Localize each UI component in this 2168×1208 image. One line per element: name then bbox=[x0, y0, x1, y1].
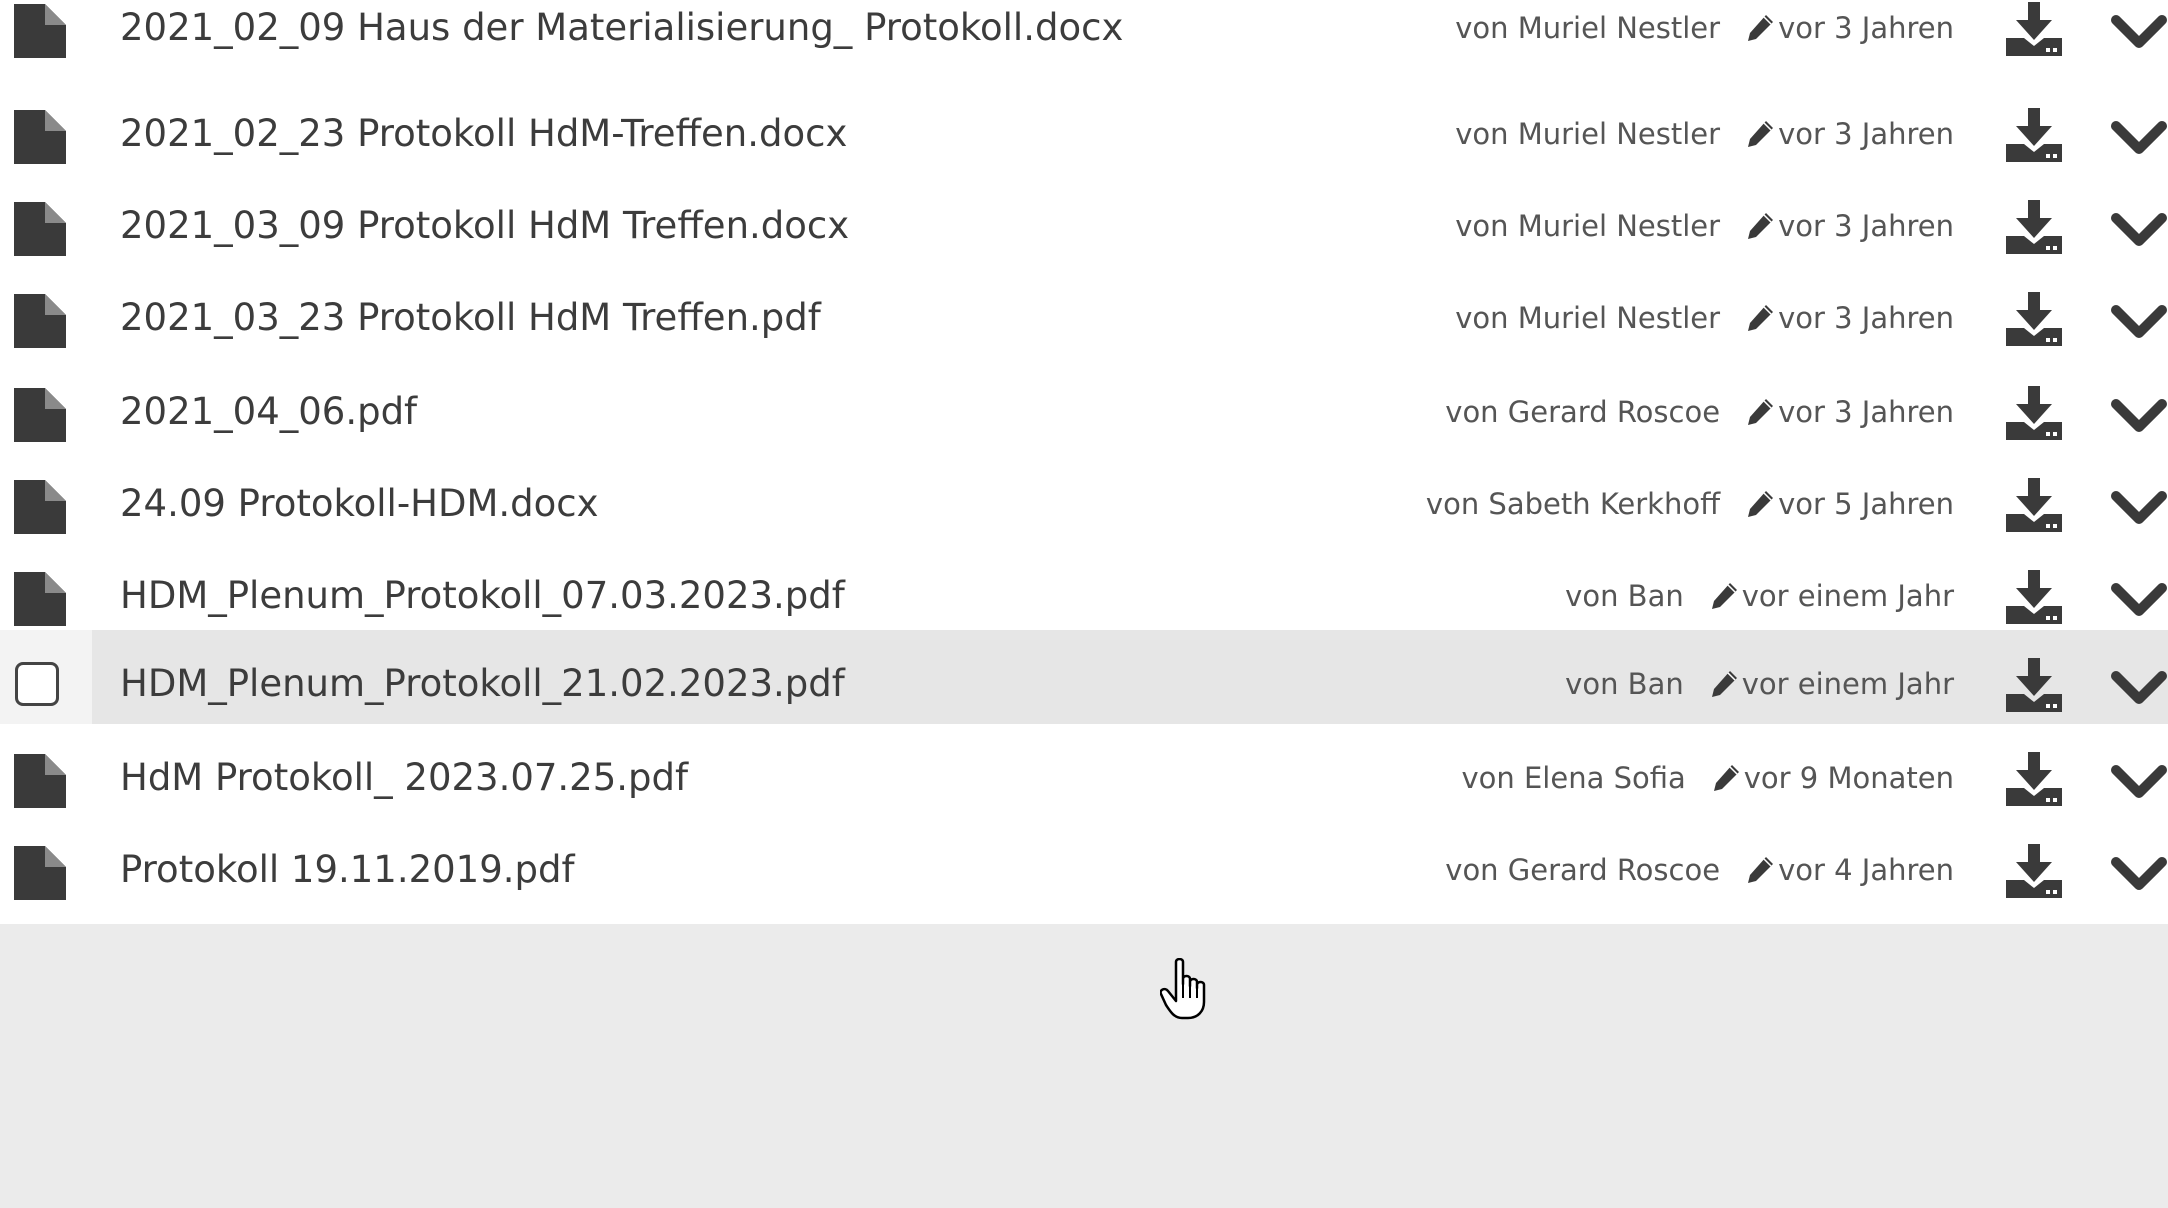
file-icon bbox=[14, 572, 66, 626]
download-icon[interactable] bbox=[2006, 844, 2062, 898]
download-icon[interactable] bbox=[2006, 570, 2062, 624]
file-modified: vor 4 Jahren bbox=[1778, 853, 1954, 887]
file-row[interactable]: Protokoll 19.11.2019.pdf von Gerard Rosc… bbox=[0, 816, 2168, 924]
file-list: 2021_02_09 Haus der Materialisierung_ Pr… bbox=[0, 0, 2168, 1208]
row-select-area[interactable] bbox=[0, 816, 92, 924]
row-select-area[interactable] bbox=[0, 0, 92, 82]
download-icon[interactable] bbox=[2006, 386, 2062, 440]
file-modified: vor einem Jahr bbox=[1741, 579, 1954, 613]
chevron-down-icon[interactable] bbox=[2110, 6, 2168, 56]
select-checkbox[interactable] bbox=[15, 662, 59, 706]
chevron-down-icon[interactable] bbox=[2110, 574, 2168, 624]
file-modified: vor 3 Jahren bbox=[1778, 11, 1954, 45]
file-icon bbox=[14, 4, 66, 58]
chevron-down-icon[interactable] bbox=[2110, 390, 2168, 440]
file-meta: von Ban vor einem Jahr bbox=[1565, 630, 1954, 738]
file-row[interactable]: 2021_03_23 Protokoll HdM Treffen.pdf von… bbox=[0, 264, 2168, 372]
file-icon bbox=[14, 480, 66, 534]
file-modified: vor 5 Jahren bbox=[1778, 487, 1954, 521]
file-author: von Gerard Roscoe bbox=[1445, 395, 1721, 429]
file-modified: vor 9 Monaten bbox=[1743, 761, 1954, 795]
file-modified: vor 3 Jahren bbox=[1778, 395, 1954, 429]
file-author: von Elena Sofia bbox=[1461, 761, 1686, 795]
file-row[interactable]: HDM_Plenum_Protokoll_21.02.2023.pdf von … bbox=[0, 630, 2168, 738]
chevron-down-icon[interactable] bbox=[2110, 112, 2168, 162]
file-modified: vor einem Jahr bbox=[1741, 667, 1954, 701]
pencil-icon bbox=[1748, 857, 1774, 883]
file-icon bbox=[14, 202, 66, 256]
download-icon[interactable] bbox=[2006, 658, 2062, 712]
file-icon bbox=[14, 846, 66, 900]
pencil-icon bbox=[1748, 305, 1774, 331]
file-icon bbox=[14, 388, 66, 442]
pencil-icon bbox=[1713, 765, 1739, 791]
file-modified: vor 3 Jahren bbox=[1778, 209, 1954, 243]
pencil-icon bbox=[1748, 15, 1774, 41]
download-icon[interactable] bbox=[2006, 478, 2062, 532]
file-author: von Muriel Nestler bbox=[1455, 11, 1721, 45]
file-name[interactable]: Protokoll 19.11.2019.pdf bbox=[120, 816, 575, 924]
file-meta: von Muriel Nestler vor 3 Jahren bbox=[1455, 0, 1954, 82]
pencil-icon bbox=[1748, 491, 1774, 517]
file-author: von Gerard Roscoe bbox=[1445, 853, 1721, 887]
file-author: von Ban bbox=[1565, 667, 1684, 701]
file-icon bbox=[14, 110, 66, 164]
row-select-area[interactable] bbox=[0, 630, 92, 738]
file-author: von Ban bbox=[1565, 579, 1684, 613]
download-icon[interactable] bbox=[2006, 2, 2062, 56]
file-modified: vor 3 Jahren bbox=[1778, 117, 1954, 151]
download-icon[interactable] bbox=[2006, 200, 2062, 254]
file-row[interactable]: 2021_02_09 Haus der Materialisierung_ Pr… bbox=[0, 0, 2168, 82]
pencil-icon bbox=[1748, 121, 1774, 147]
file-name[interactable]: HDM_Plenum_Protokoll_21.02.2023.pdf bbox=[120, 630, 845, 738]
file-icon bbox=[14, 294, 66, 348]
pencil-icon bbox=[1748, 213, 1774, 239]
file-name[interactable]: 2021_03_23 Protokoll HdM Treffen.pdf bbox=[120, 264, 821, 372]
chevron-down-icon[interactable] bbox=[2110, 662, 2168, 712]
file-icon bbox=[14, 754, 66, 808]
file-author: von Muriel Nestler bbox=[1455, 301, 1721, 335]
file-meta: von Muriel Nestler vor 3 Jahren bbox=[1455, 264, 1954, 372]
download-icon[interactable] bbox=[2006, 752, 2062, 806]
pencil-icon bbox=[1711, 671, 1737, 697]
file-author: von Muriel Nestler bbox=[1455, 117, 1721, 151]
pencil-icon bbox=[1748, 399, 1774, 425]
download-icon[interactable] bbox=[2006, 292, 2062, 346]
chevron-down-icon[interactable] bbox=[2110, 756, 2168, 806]
chevron-down-icon[interactable] bbox=[2110, 204, 2168, 254]
file-author: von Sabeth Kerkhoff bbox=[1425, 487, 1721, 521]
row-select-area[interactable] bbox=[0, 264, 92, 372]
file-modified: vor 3 Jahren bbox=[1778, 301, 1954, 335]
chevron-down-icon[interactable] bbox=[2110, 848, 2168, 898]
file-meta: von Gerard Roscoe vor 4 Jahren bbox=[1445, 816, 1954, 924]
file-name[interactable]: 2021_02_09 Haus der Materialisierung_ Pr… bbox=[120, 0, 1123, 82]
download-icon[interactable] bbox=[2006, 108, 2062, 162]
file-author: von Muriel Nestler bbox=[1455, 209, 1721, 243]
chevron-down-icon[interactable] bbox=[2110, 482, 2168, 532]
pencil-icon bbox=[1711, 583, 1737, 609]
chevron-down-icon[interactable] bbox=[2110, 296, 2168, 346]
